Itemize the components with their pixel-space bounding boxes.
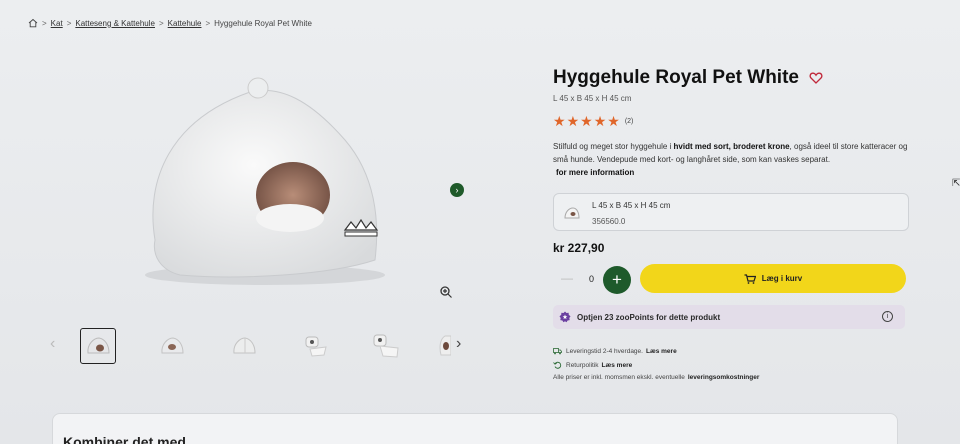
breadcrumb-link-kattehule[interactable]: Kattehule <box>168 19 202 28</box>
thumbnail-3[interactable] <box>226 328 262 364</box>
add-to-cart-label: Læg i kurv <box>761 274 803 283</box>
returns-text: Returpolitik <box>566 361 599 369</box>
home-icon[interactable] <box>28 18 38 28</box>
product-price: kr 227,90 <box>553 241 605 255</box>
truck-icon <box>553 348 562 355</box>
variant-sku: 356560.0 <box>592 217 626 226</box>
delivery-line: Leveringstid 2-4 hverdage. Læs mere <box>553 347 677 355</box>
breadcrumb-separator: > <box>42 18 47 28</box>
quantity-value[interactable]: 0 <box>589 274 594 284</box>
breadcrumb-separator: > <box>158 18 164 28</box>
info-icon[interactable]: i <box>882 311 893 322</box>
combine-section: Kombiner det med <box>52 413 898 444</box>
star-icon: ★ <box>593 113 607 129</box>
variant-name: L 45 x B 45 x H 45 cm <box>592 201 671 210</box>
zoom-icon[interactable] <box>439 285 453 299</box>
heart-icon[interactable] <box>809 71 823 85</box>
thumbnail-image <box>305 336 327 357</box>
returns-line: Returpolitik Læs mere <box>553 361 632 369</box>
product-dimensions: L 45 x B 45 x H 45 cm <box>553 94 632 103</box>
thumbnail-4[interactable] <box>298 328 334 364</box>
zoopoints-text: Optjen 23 zooPoints for dette produkt <box>577 312 721 322</box>
breadcrumb: > Kat > Katteseng & Kattehule > Kattehul… <box>28 18 312 28</box>
prices-note-text: Alle priser er inkl. momsmen ekskl. even… <box>553 374 685 381</box>
variant-selector[interactable]: L 45 x B 45 x H 45 cm 356560.0 <box>553 193 909 231</box>
combine-section-title: Kombiner det med <box>63 434 186 444</box>
quantity-stepper: — 0 + <box>553 265 633 295</box>
breadcrumb-link-katteseng[interactable]: Katteseng & Kattehule <box>75 19 155 28</box>
thumbnail-image <box>439 335 451 356</box>
thumbnail-image <box>87 337 110 354</box>
star-icon: ★ <box>553 113 566 129</box>
star-icon: ★ <box>580 113 593 129</box>
return-icon <box>553 361 562 369</box>
breadcrumb-link-kat[interactable]: Kat <box>51 19 63 28</box>
image-next-button[interactable]: › <box>450 183 464 197</box>
delivery-text: Leveringstid 2-4 hverdage. <box>566 347 643 355</box>
description-bold: hvidt med sort, broderet krone <box>673 142 790 151</box>
add-to-cart-button[interactable]: Læg i kurv <box>640 264 906 293</box>
thumbnail-image <box>373 334 399 358</box>
thumbnail-strip: ‹ › <box>50 325 470 365</box>
delivery-read-more-link[interactable]: Læs mere <box>646 348 677 355</box>
rating[interactable]: ★ ★ ★ ★ ★ (2) <box>553 114 633 128</box>
thumbnail-image <box>161 337 184 354</box>
product-description: Stilfuld og meget stor hyggehule i hvidt… <box>553 140 918 166</box>
rating-count[interactable]: (2) <box>625 118 634 125</box>
title-row: Hyggehule Royal Pet White <box>553 67 823 89</box>
badge-icon <box>559 311 571 323</box>
thumbnail-prev-icon[interactable]: ‹ <box>50 335 55 353</box>
breadcrumb-current: Hyggehule Royal Pet White <box>214 18 312 28</box>
thumbnail-image <box>233 337 256 354</box>
thumbnail-2[interactable] <box>154 328 190 364</box>
quantity-decrease-button[interactable]: — <box>561 271 573 285</box>
cart-icon <box>744 273 756 284</box>
thumbnail-6[interactable] <box>434 328 454 364</box>
quantity-increase-button[interactable]: + <box>603 266 631 294</box>
zoopoints-banner: Optjen 23 zooPoints for dette produkt i <box>553 305 905 329</box>
product-main-image[interactable] <box>130 70 400 300</box>
shipping-costs-link[interactable]: leveringsomkostninger <box>688 374 760 381</box>
product-page: > Kat > Katteseng & Kattehule > Kattehul… <box>0 0 960 444</box>
thumbnail-1[interactable] <box>80 328 116 364</box>
breadcrumb-separator: > <box>66 18 72 28</box>
star-icon: ★ <box>607 113 620 129</box>
variant-thumbnail <box>564 207 580 219</box>
more-info-link[interactable]: for mere information <box>556 168 634 177</box>
thumbnail-5[interactable] <box>368 328 404 364</box>
description-text: Stilfuld og meget stor hyggehule i <box>553 142 674 151</box>
star-icon: ★ <box>566 113 580 129</box>
product-title: Hyggehule Royal Pet White <box>553 67 799 88</box>
prices-note-line: Alle priser er inkl. momsmen ekskl. even… <box>553 374 759 381</box>
breadcrumb-separator: > <box>205 18 211 28</box>
mouse-cursor-icon: ⇱ <box>952 178 960 189</box>
returns-read-more-link[interactable]: Læs mere <box>602 362 633 369</box>
thumbnail-next-icon[interactable]: › <box>456 335 461 353</box>
